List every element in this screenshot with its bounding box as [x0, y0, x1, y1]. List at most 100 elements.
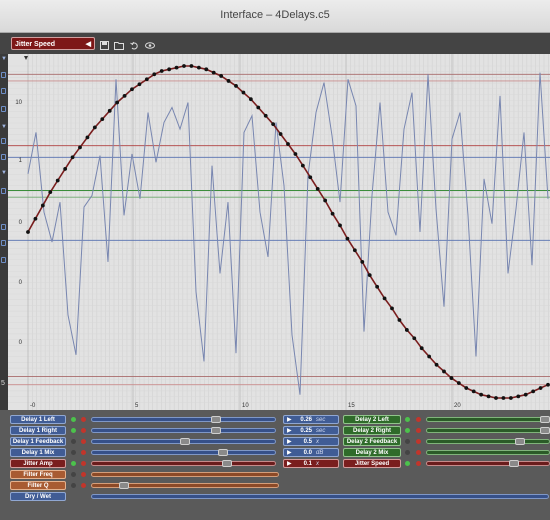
eye-icon[interactable]: [145, 41, 156, 51]
slider-thumb[interactable]: [540, 427, 550, 434]
folder-icon[interactable]: [114, 41, 125, 51]
sine-point: [63, 167, 68, 171]
record-indicator[interactable]: [416, 417, 421, 422]
value-display[interactable]: ▶ 0.0 dB: [283, 448, 339, 457]
sine-point: [286, 142, 290, 146]
slider-thumb[interactable]: [509, 460, 519, 467]
led-indicator[interactable]: [71, 472, 76, 477]
control-label[interactable]: Delay 2 Feedback: [343, 437, 401, 446]
record-indicator[interactable]: [416, 461, 421, 466]
control-label[interactable]: Jitter Speed: [343, 459, 401, 468]
side-marker[interactable]: [1, 224, 6, 230]
control-label[interactable]: Delay 2 Mix: [343, 448, 401, 457]
record-indicator[interactable]: [416, 428, 421, 433]
parameter-selector[interactable]: Jitter Speed ◀: [11, 37, 95, 50]
control-slider[interactable]: [91, 460, 276, 467]
led-indicator[interactable]: [405, 461, 410, 466]
led-indicator[interactable]: [71, 428, 76, 433]
sine-point: [315, 186, 320, 191]
save-icon[interactable]: [99, 41, 109, 51]
plot-area[interactable]: 10 1 0 0 0 -0 5 10 15 20: [8, 54, 550, 410]
record-indicator[interactable]: [81, 417, 86, 422]
play-icon[interactable]: ▶: [287, 449, 292, 458]
led-indicator[interactable]: [71, 461, 76, 466]
record-indicator[interactable]: [81, 461, 86, 466]
sine-point: [546, 382, 550, 387]
value-display[interactable]: ▶ 0.5 x: [283, 437, 339, 446]
chevron-down-icon[interactable]: ▼: [1, 56, 7, 62]
play-icon[interactable]: ▶: [287, 427, 292, 436]
slider-thumb[interactable]: [119, 482, 129, 489]
control-slider[interactable]: [426, 416, 550, 423]
side-marker[interactable]: [1, 257, 6, 263]
record-indicator[interactable]: [416, 439, 421, 444]
slider-thumb[interactable]: [218, 449, 228, 456]
play-icon[interactable]: ▶: [287, 460, 292, 469]
control-slider[interactable]: [426, 427, 550, 434]
slider-thumb[interactable]: [180, 438, 190, 445]
window-title: Interface – 4Delays.c5: [220, 9, 330, 21]
control-label[interactable]: Filter Q: [10, 481, 66, 490]
control-label[interactable]: Filter Freq: [10, 470, 66, 479]
led-indicator[interactable]: [405, 439, 410, 444]
record-indicator[interactable]: [81, 450, 86, 455]
sine-point: [263, 113, 268, 118]
undo-icon[interactable]: [130, 41, 140, 51]
control-slider[interactable]: [91, 449, 276, 456]
control-label[interactable]: Delay 1 Feedback: [10, 437, 66, 446]
control-slider[interactable]: [91, 472, 279, 477]
record-indicator[interactable]: [81, 428, 86, 433]
side-marker[interactable]: [1, 154, 6, 160]
slider-thumb[interactable]: [515, 438, 525, 445]
led-indicator[interactable]: [405, 417, 410, 422]
control-label[interactable]: Jitter Amp: [10, 459, 66, 468]
record-indicator[interactable]: [81, 483, 86, 488]
side-marker[interactable]: [1, 72, 6, 78]
play-icon[interactable]: ▶: [287, 416, 292, 425]
record-indicator[interactable]: [81, 439, 86, 444]
control-label[interactable]: Delay 1 Left: [10, 415, 66, 424]
led-indicator[interactable]: [405, 428, 410, 433]
record-indicator[interactable]: [81, 472, 86, 477]
led-indicator[interactable]: [71, 439, 76, 444]
control-slider[interactable]: [426, 438, 550, 445]
control-slider[interactable]: [91, 416, 276, 423]
slider-thumb[interactable]: [211, 416, 221, 423]
side-marker[interactable]: [1, 240, 6, 246]
led-indicator[interactable]: [405, 450, 410, 455]
value-display[interactable]: ▶ 0.26 sec: [283, 415, 339, 424]
led-indicator[interactable]: [71, 483, 76, 488]
sine-point: [538, 386, 543, 390]
led-indicator[interactable]: [71, 450, 76, 455]
play-icon[interactable]: ▶: [287, 438, 292, 447]
side-marker[interactable]: [1, 138, 6, 144]
sine-point: [479, 392, 484, 397]
record-indicator[interactable]: [416, 450, 421, 455]
y-tick-label: 0: [19, 220, 23, 226]
parameter-selector-arrow[interactable]: ◀: [86, 38, 91, 51]
control-slider[interactable]: [426, 460, 550, 467]
control-slider[interactable]: [426, 450, 550, 455]
side-marker[interactable]: [1, 106, 6, 112]
control-label[interactable]: Delay 2 Left: [343, 415, 401, 424]
control-slider[interactable]: [91, 482, 279, 489]
side-marker[interactable]: [1, 188, 6, 194]
chevron-down-icon[interactable]: ▼: [1, 124, 7, 130]
value-display[interactable]: ▶ 0.1 x: [283, 459, 339, 468]
side-marker[interactable]: [1, 88, 6, 94]
control-slider[interactable]: [91, 438, 276, 445]
control-label[interactable]: Delay 1 Mix: [10, 448, 66, 457]
control-slider[interactable]: [91, 427, 276, 434]
value-display[interactable]: ▶ 0.25 sec: [283, 426, 339, 435]
led-indicator[interactable]: [71, 417, 76, 422]
chevron-down-icon[interactable]: ▼: [1, 170, 7, 176]
envelope-plot[interactable]: 10 10 0 0 -0 5 10 15 20: [8, 54, 550, 410]
control-label[interactable]: Dry / Wet: [10, 492, 66, 501]
slider-thumb[interactable]: [540, 416, 550, 423]
control-slider[interactable]: [91, 494, 549, 499]
control-label[interactable]: Delay 1 Right: [10, 426, 66, 435]
x-tick-label: 15: [348, 403, 355, 409]
slider-thumb[interactable]: [222, 460, 232, 467]
slider-thumb[interactable]: [211, 427, 221, 434]
control-label[interactable]: Delay 2 Right: [343, 426, 401, 435]
